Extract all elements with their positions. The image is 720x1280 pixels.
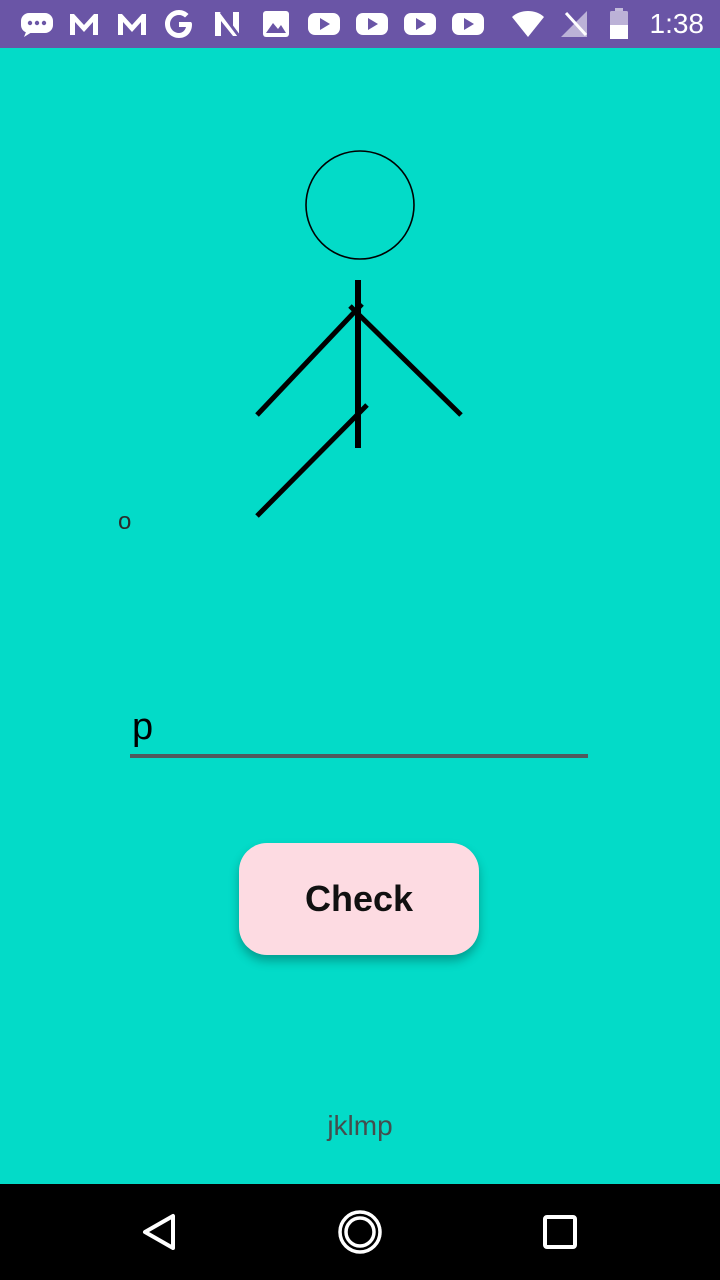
no-signal-icon	[558, 0, 590, 48]
word-display: jklmp	[327, 1110, 393, 1141]
messages-icon	[18, 0, 56, 48]
guessed-letters: o	[118, 508, 132, 535]
wifi-icon	[510, 0, 546, 48]
letter-input-container	[130, 700, 588, 762]
hangman-left-arm	[255, 302, 364, 417]
recents-icon[interactable]	[500, 1184, 620, 1280]
battery-icon	[606, 0, 632, 48]
google-icon	[162, 0, 196, 48]
back-icon[interactable]	[100, 1184, 220, 1280]
navigation-bar	[0, 1184, 720, 1280]
clock: 1:38	[649, 8, 705, 39]
hangman-head	[305, 150, 415, 260]
n-app-icon	[210, 0, 244, 48]
status-bar: 1:38	[0, 0, 720, 48]
hangman-left-leg	[255, 403, 369, 518]
hangman-right-arm	[348, 304, 463, 417]
check-button[interactable]: Check	[239, 843, 479, 955]
youtube-icon	[402, 0, 438, 48]
youtube-icon	[450, 0, 486, 48]
letter-input[interactable]	[130, 700, 588, 758]
gmail-icon	[66, 0, 102, 48]
home-icon[interactable]	[300, 1184, 420, 1280]
hangman-figure	[255, 150, 463, 518]
gmail-icon	[114, 0, 150, 48]
gallery-icon	[260, 0, 292, 48]
youtube-icon	[354, 0, 390, 48]
youtube-icon	[306, 0, 342, 48]
